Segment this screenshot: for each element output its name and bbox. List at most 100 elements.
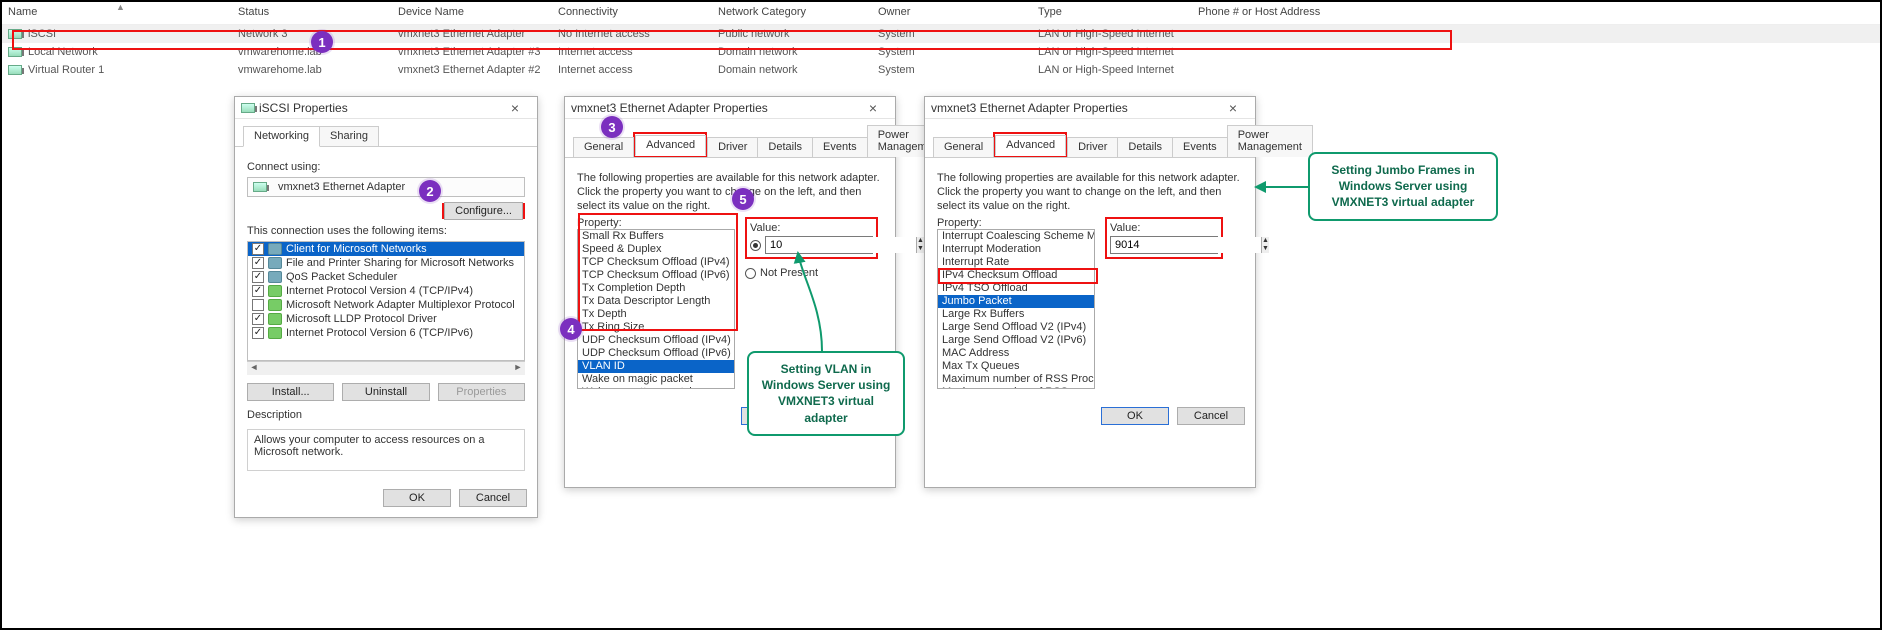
item-label: Microsoft Network Adapter Multiplexor Pr… (286, 299, 515, 311)
item-label: Client for Microsoft Networks (286, 243, 427, 255)
property-item[interactable]: Max Tx Queues (938, 360, 1094, 373)
property-item[interactable]: Tx Ring Size (578, 321, 734, 334)
list-item[interactable]: ✓QoS Packet Scheduler (248, 270, 524, 284)
radio-value-present[interactable] (750, 240, 761, 251)
close-icon[interactable]: × (1217, 100, 1249, 116)
tab-driver[interactable]: Driver (1067, 137, 1118, 157)
value-input[interactable] (766, 237, 916, 253)
component-icon (268, 271, 282, 283)
property-item[interactable]: TCP Checksum Offload (IPv4) (578, 256, 734, 269)
tab-power[interactable]: Power Management (1227, 125, 1313, 157)
property-item[interactable]: MAC Address (938, 347, 1094, 360)
checkbox[interactable]: ✓ (252, 327, 264, 339)
property-list[interactable]: Small Rx BuffersSpeed & DuplexTCP Checks… (577, 229, 735, 389)
property-item[interactable]: TCP Checksum Offload (IPv6) (578, 269, 734, 282)
property-item[interactable]: IPv4 Checksum Offload (938, 269, 1094, 282)
property-item[interactable]: Jumbo Packet (938, 295, 1094, 308)
hscrollbar[interactable]: ◄ ► (247, 361, 525, 375)
property-item[interactable]: IPv4 TSO Offload (938, 282, 1094, 295)
connection-items-list[interactable]: ✓ Client for Microsoft Networks✓File and … (247, 241, 525, 361)
property-item[interactable]: Wake on magic packet (578, 373, 734, 386)
close-icon[interactable]: × (499, 100, 531, 116)
scroll-left-icon[interactable]: ◄ (247, 362, 261, 375)
property-item[interactable]: Wake on pattern match (578, 386, 734, 389)
value-spinner[interactable]: ▲▼ (1110, 236, 1218, 254)
tab-sharing[interactable]: Sharing (319, 126, 379, 146)
property-item[interactable]: Small Rx Buffers (578, 230, 734, 243)
step-badge-5: 5 (732, 188, 754, 210)
tab-general[interactable]: General (573, 137, 634, 157)
property-item[interactable]: Speed & Duplex (578, 243, 734, 256)
callout-vlan: Setting VLAN in Windows Server using VMX… (747, 351, 905, 436)
cancel-button[interactable]: Cancel (459, 489, 527, 507)
property-item[interactable]: Maximum number of RSS Processors (938, 373, 1094, 386)
netlist-header[interactable]: Name▲ Status Device Name Connectivity Ne… (2, 2, 1880, 25)
value-label: Value: (1110, 222, 1218, 234)
cancel-button[interactable]: Cancel (1177, 407, 1245, 425)
property-item[interactable]: Interrupt Coalescing Scheme Mode (938, 230, 1094, 243)
value-input[interactable] (1111, 237, 1261, 253)
property-item[interactable]: UDP Checksum Offload (IPv6) (578, 347, 734, 360)
tab-advanced[interactable]: Advanced (995, 135, 1066, 156)
tab-details[interactable]: Details (757, 137, 813, 157)
property-item[interactable]: Tx Completion Depth (578, 282, 734, 295)
tab-networking[interactable]: Networking (243, 126, 320, 147)
list-item[interactable]: ✓Internet Protocol Version 4 (TCP/IPv4) (248, 284, 524, 298)
install-button[interactable]: Install... (247, 383, 334, 401)
netlist-row-iscsi[interactable]: iSCSI Network 3 vmxnet3 Ethernet Adapter… (2, 25, 1880, 43)
property-item[interactable]: Interrupt Rate (938, 256, 1094, 269)
description-label: Description (247, 409, 525, 421)
checkbox[interactable]: ✓ (252, 313, 264, 325)
checkbox[interactable] (252, 299, 264, 311)
spin-down-icon[interactable]: ▼ (917, 245, 924, 253)
radio-not-present[interactable] (745, 268, 756, 279)
checkbox[interactable]: ✓ (252, 243, 264, 255)
window-title: vmxnet3 Ethernet Adapter Properties (571, 101, 768, 115)
list-item[interactable]: ✓Internet Protocol Version 6 (TCP/IPv6) (248, 326, 524, 340)
col-owner: Owner (878, 6, 1038, 18)
tab-general[interactable]: General (933, 137, 994, 157)
property-list[interactable]: Interrupt Coalescing Scheme ModeInterrup… (937, 229, 1095, 389)
netlist-body: iSCSI Network 3 vmxnet3 Ethernet Adapter… (2, 25, 1880, 79)
tab-events[interactable]: Events (1172, 137, 1228, 157)
property-item[interactable]: Large Rx Buffers (938, 308, 1094, 321)
netlist-row-vrouter[interactable]: Virtual Router 1 vmwarehome.lab vmxnet3 … (2, 61, 1880, 79)
ok-button[interactable]: OK (383, 489, 451, 507)
col-phone: Phone # or Host Address (1198, 6, 1438, 18)
spin-down-icon[interactable]: ▼ (1262, 245, 1269, 253)
property-item[interactable]: Tx Depth (578, 308, 734, 321)
property-item[interactable]: UDP Checksum Offload (IPv4) (578, 334, 734, 347)
tab-details[interactable]: Details (1117, 137, 1173, 157)
close-icon[interactable]: × (857, 100, 889, 116)
scroll-right-icon[interactable]: ► (511, 362, 525, 375)
list-item[interactable]: ✓ Client for Microsoft Networks (248, 242, 524, 256)
netlist-row-local[interactable]: Local Network vmwarehome.lab vmxnet3 Eth… (2, 43, 1880, 61)
property-item[interactable]: Interrupt Moderation (938, 243, 1094, 256)
tab-driver[interactable]: Driver (707, 137, 758, 157)
ok-button[interactable]: OK (1101, 407, 1169, 425)
property-item[interactable]: Large Send Offload V2 (IPv6) (938, 334, 1094, 347)
tab-advanced[interactable]: Advanced (635, 135, 706, 156)
properties-button[interactable]: Properties (438, 383, 525, 401)
checkbox[interactable]: ✓ (252, 271, 264, 283)
checkbox[interactable]: ✓ (252, 257, 264, 269)
col-type: Type (1038, 6, 1198, 18)
list-item[interactable]: ✓File and Printer Sharing for Microsoft … (248, 256, 524, 270)
list-item[interactable]: ✓Microsoft LLDP Protocol Driver (248, 312, 524, 326)
configure-button[interactable]: Configure... (444, 202, 523, 220)
property-item[interactable]: Maximum number of RSS queues (938, 386, 1094, 389)
tab-events[interactable]: Events (812, 137, 868, 157)
titlebar[interactable]: vmxnet3 Ethernet Adapter Properties × (925, 97, 1255, 119)
property-item[interactable]: Tx Data Descriptor Length (578, 295, 734, 308)
property-item[interactable]: Large Send Offload V2 (IPv4) (938, 321, 1094, 334)
value-spinner[interactable]: ▲▼ (765, 236, 873, 254)
advanced-description: The following properties are available f… (577, 172, 883, 213)
spin-up-icon[interactable]: ▲ (1262, 237, 1269, 245)
titlebar[interactable]: iSCSI Properties × (235, 97, 537, 119)
spin-up-icon[interactable]: ▲ (917, 237, 924, 245)
step-badge-3: 3 (601, 116, 623, 138)
uninstall-button[interactable]: Uninstall (342, 383, 429, 401)
property-item[interactable]: VLAN ID (578, 360, 734, 373)
checkbox[interactable]: ✓ (252, 285, 264, 297)
list-item[interactable]: Microsoft Network Adapter Multiplexor Pr… (248, 298, 524, 312)
